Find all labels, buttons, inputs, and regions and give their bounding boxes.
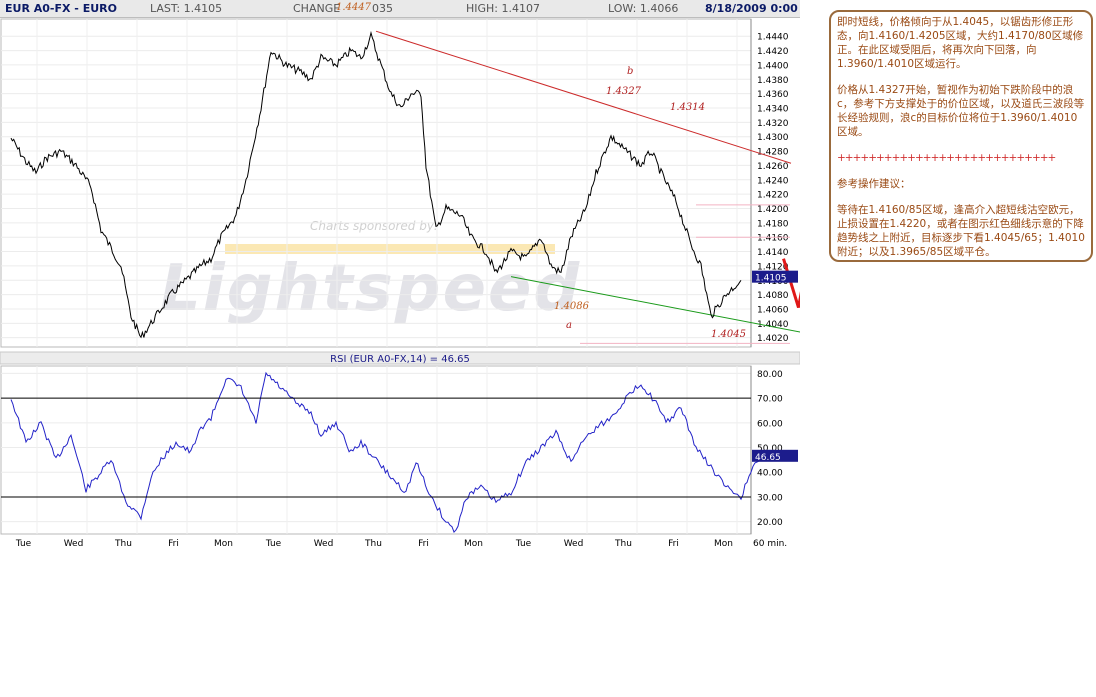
rsi-title: RSI (EUR A0-FX,14) = 46.65 xyxy=(330,354,470,365)
price-tick-label: 1.4260 xyxy=(757,162,789,172)
price-tick-label: 1.4240 xyxy=(757,176,789,186)
rsi-panel xyxy=(0,365,752,535)
b-level-label: 1.4327 xyxy=(606,86,642,97)
x-tick-label: Thu xyxy=(114,539,132,549)
rsi-tick-label: 60.00 xyxy=(757,419,783,429)
x-tick-label: Wed xyxy=(64,539,84,549)
x-unit-label: 60 min. xyxy=(753,539,787,549)
rsi-tick-label: 40.00 xyxy=(757,469,783,479)
price-tick-label: 1.4400 xyxy=(757,61,789,71)
rsi-tick-label: 30.00 xyxy=(757,493,783,503)
x-tick-label: Thu xyxy=(614,539,632,549)
rsi-tag: 46.65 xyxy=(755,453,781,463)
analysis-note: 即时短线，价格倾向于从1.4045，以锯齿形修正形态，向1.4160/1.420… xyxy=(829,10,1093,262)
x-tick-label: Fri xyxy=(418,539,429,549)
second-high-label: 1.4314 xyxy=(670,102,705,113)
price-tick-label: 1.4060 xyxy=(757,305,789,315)
price-tick-label: 1.4440 xyxy=(757,33,789,43)
rsi-tick-label: 80.00 xyxy=(757,370,783,380)
price-tick-label: 1.4380 xyxy=(757,76,789,86)
price-tick-label: 1.4280 xyxy=(757,148,789,158)
x-tick-label: Tue xyxy=(515,539,532,549)
chart-svg: Charts sponsored by: Lightspeed 1.4020 1.40… xyxy=(0,2,800,549)
note-heading: 参考操作建议： xyxy=(837,178,911,190)
price-tick-label: 1.4160 xyxy=(757,234,789,244)
note-paragraph-1: 即时短线，价格倾向于从1.4045，以锯齿形修正形态，向1.4160/1.420… xyxy=(837,16,1084,70)
price-tick-label: 1.4320 xyxy=(757,119,789,129)
x-tick-label: Mon xyxy=(214,539,233,549)
x-tick-label: Tue xyxy=(15,539,32,549)
price-tick-label: 1.4020 xyxy=(757,334,789,344)
low-c-label: 1.4045 xyxy=(711,329,746,340)
price-tick-label: 1.4420 xyxy=(757,47,789,57)
sponsor-watermark: Charts sponsored by: xyxy=(310,219,438,233)
peak-high-label: 1.4447 xyxy=(336,2,372,13)
price-tick-label: 1.4300 xyxy=(757,133,789,143)
price-tick-label: 1.4340 xyxy=(757,104,789,114)
price-tick-label: 1.4200 xyxy=(757,205,789,215)
note-paragraph-2: 价格从1.4327开始，暂视作为初始下跌阶段中的浪c，参考下方支撑处于的价位区域… xyxy=(837,84,1085,138)
chart-area: EUR A0-FX - EURO LAST: 1.4105 CHANGE 035… xyxy=(0,0,800,552)
note-separator: ++++++++++++++++++++++++++++ xyxy=(837,152,1056,164)
price-tick-label: 1.4140 xyxy=(757,248,789,258)
note-paragraph-3: 等待在1.4160/85区域，逢高介入超短线沽空欧元，止损设置在1.4220，或… xyxy=(837,204,1085,258)
x-tick-label: Fri xyxy=(168,539,179,549)
price-tick-label: 1.4220 xyxy=(757,191,789,201)
rsi-tick-label: 20.00 xyxy=(757,518,783,528)
x-tick-label: Mon xyxy=(464,539,483,549)
x-tick-label: Wed xyxy=(314,539,334,549)
price-tick-label: 1.4360 xyxy=(757,90,789,100)
x-tick-label: Mon xyxy=(714,539,733,549)
price-tick-label: 1.4180 xyxy=(757,219,789,229)
price-tag: 1.4105 xyxy=(755,274,787,284)
rsi-tick-label: 70.00 xyxy=(757,395,783,405)
low-a-label: 1.4086 xyxy=(554,301,590,312)
x-tick-label: Wed xyxy=(564,539,584,549)
x-tick-label: Fri xyxy=(668,539,679,549)
price-tick-label: 1.4080 xyxy=(757,291,789,301)
brand-watermark: Lightspeed xyxy=(160,252,581,326)
wave-a-label: a xyxy=(566,320,572,331)
x-tick-label: Thu xyxy=(364,539,382,549)
x-tick-label: Tue xyxy=(265,539,282,549)
wave-b-label: b xyxy=(627,66,633,77)
